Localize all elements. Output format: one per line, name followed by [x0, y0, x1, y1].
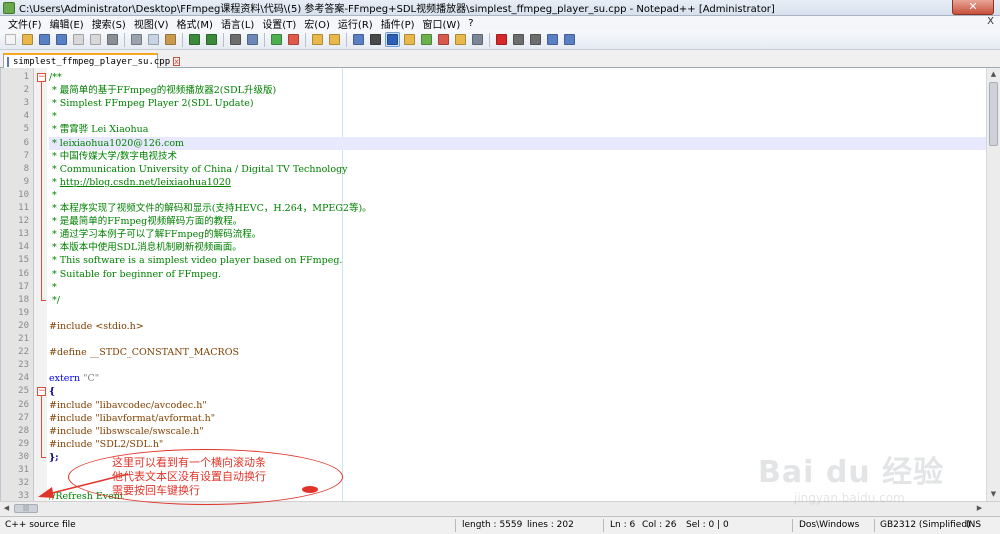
baidu-jingyan-watermark: Bai du 经验 jingyan.baidu.com — [758, 447, 993, 507]
watermark-main: Bai du 经验 — [758, 455, 945, 490]
watermark-sub: jingyan.baidu.com — [794, 491, 905, 505]
annotation-dot — [302, 486, 318, 493]
annotation-line-2: 他代表文本区没有设置自动换行 — [112, 470, 266, 483]
annotation-line-3: 需要按回车键换行 — [112, 484, 200, 497]
annotation-line-1: 这里可以看到有一个横向滚动条 — [112, 456, 266, 469]
